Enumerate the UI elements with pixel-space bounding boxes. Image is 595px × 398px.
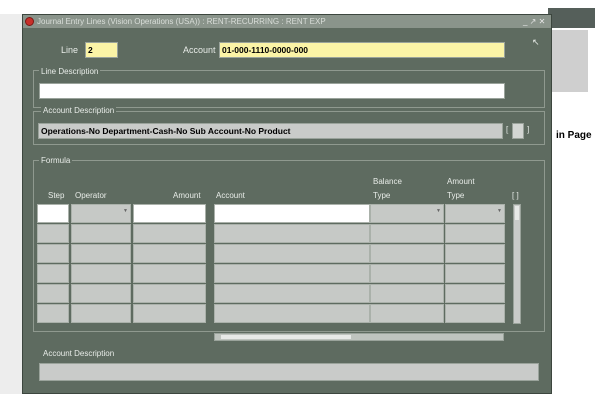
account-description-field: Operations-No Department-Cash-No Sub Acc… [38, 123, 503, 139]
background-left-band [0, 14, 22, 394]
formula-horizontal-scrollbar[interactable] [214, 333, 504, 341]
formula-cell-amount[interactable] [133, 284, 206, 303]
horizontal-scroll-thumb[interactable] [221, 335, 351, 339]
background-panel-fragment [548, 30, 588, 92]
column-header-step: Step [48, 191, 65, 200]
column-header-balance-type: Type [373, 191, 391, 200]
bracket-left: [ [506, 125, 509, 134]
folder-brackets: [ ] [512, 191, 519, 200]
formula-cell-amount[interactable] [133, 304, 206, 323]
column-header-amount-type: Type [447, 191, 465, 200]
formula-cell-amount[interactable] [133, 244, 206, 263]
bottom-account-description-field [39, 363, 539, 381]
column-header-operator: Operator [75, 191, 107, 200]
background-top [0, 0, 595, 8]
column-header-balance: Balance [373, 177, 402, 186]
formula-cell-amount-type[interactable] [445, 244, 505, 263]
oracle-app-icon [25, 17, 34, 26]
formula-cell-step[interactable] [37, 264, 69, 283]
account-description-label: Account Description [41, 106, 117, 115]
column-header-amount-2: Amount [447, 177, 475, 186]
dropdown-arrow-icon[interactable]: ▼ [436, 208, 441, 214]
formula-cell-operator[interactable] [71, 284, 131, 303]
formula-vertical-scrollbar[interactable] [513, 204, 521, 324]
line-number-field[interactable]: 2 [85, 42, 118, 58]
formula-cell-operator[interactable] [71, 264, 131, 283]
formula-cell-amount[interactable] [133, 204, 206, 223]
formula-cell-balance-type[interactable]: ▼ [370, 204, 444, 223]
window-titlebar[interactable]: Journal Entry Lines (Vision Operations (… [23, 15, 551, 28]
description-flex-button[interactable] [512, 123, 524, 139]
journal-entry-lines-window: Journal Entry Lines (Vision Operations (… [22, 14, 552, 394]
formula-cell-account[interactable] [214, 244, 370, 263]
formula-cell-step[interactable] [37, 284, 69, 303]
bracket-right: ] [527, 125, 530, 134]
formula-cell-account[interactable] [214, 224, 370, 243]
arrow-icon: ↖ [532, 37, 540, 47]
formula-cell-account[interactable] [214, 284, 370, 303]
formula-cell-operator[interactable] [71, 304, 131, 323]
bottom-account-description-label: Account Description [43, 349, 115, 358]
formula-cell-step[interactable] [37, 204, 69, 223]
formula-cell-step[interactable] [37, 244, 69, 263]
formula-cell-operator[interactable] [71, 244, 131, 263]
line-description-label: Line Description [39, 67, 101, 76]
formula-cell-amount-type[interactable] [445, 224, 505, 243]
formula-cell-balance-type[interactable] [370, 264, 444, 283]
formula-cell-amount-type[interactable] [445, 284, 505, 303]
formula-cell-amount[interactable] [133, 264, 206, 283]
formula-cell-amount-type[interactable] [445, 304, 505, 323]
formula-cell-account[interactable] [214, 264, 370, 283]
column-header-amount: Amount [173, 191, 201, 200]
formula-cell-step[interactable] [37, 304, 69, 323]
window-controls[interactable]: _ ↗ ✕ [523, 15, 545, 28]
dropdown-arrow-icon[interactable]: ▼ [123, 208, 128, 214]
column-header-account: Account [216, 191, 245, 200]
background-page-text: in Page [556, 130, 592, 141]
window-title: Journal Entry Lines (Vision Operations (… [37, 17, 326, 26]
account-field[interactable]: 01-000-1110-0000-000 [219, 42, 505, 58]
dropdown-arrow-icon[interactable]: ▼ [497, 208, 502, 214]
formula-cell-amount[interactable] [133, 224, 206, 243]
line-description-field[interactable] [39, 83, 505, 99]
formula-label: Formula [39, 156, 73, 165]
vertical-scroll-thumb[interactable] [515, 206, 519, 220]
formula-cell-account[interactable] [214, 204, 370, 223]
formula-cell-amount-type[interactable]: ▼ [445, 204, 505, 223]
formula-cell-balance-type[interactable] [370, 284, 444, 303]
account-label: Account [183, 45, 216, 55]
formula-cell-step[interactable] [37, 224, 69, 243]
formula-cell-operator[interactable] [71, 224, 131, 243]
formula-cell-account[interactable] [214, 304, 370, 323]
formula-cell-balance-type[interactable] [370, 304, 444, 323]
line-label: Line [61, 45, 79, 55]
background-toolbar-fragment [548, 8, 595, 28]
formula-cell-balance-type[interactable] [370, 224, 444, 243]
formula-cell-balance-type[interactable] [370, 244, 444, 263]
formula-cell-amount-type[interactable] [445, 264, 505, 283]
formula-cell-operator[interactable]: ▼ [71, 204, 131, 223]
